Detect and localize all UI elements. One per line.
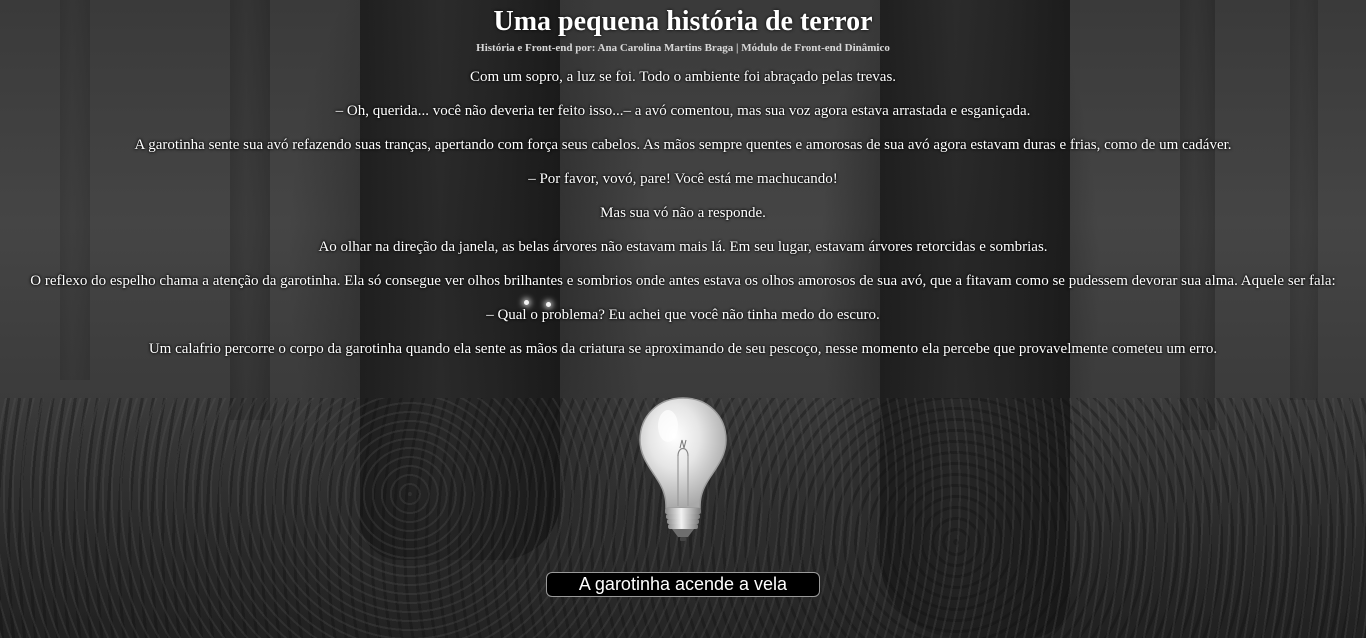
story-container: Uma pequena história de terror História … [0, 0, 1366, 358]
story-paragraph: Mas sua vó não a responde. [600, 205, 766, 221]
story-paragraph: Com um sopro, a luz se foi. Todo o ambie… [469, 69, 897, 85]
story-paragraph: – Oh, querida... você não deveria ter fe… [335, 103, 1031, 119]
story-paragraph: Ao olhar na direção da janela, as belas … [318, 239, 1048, 255]
story-paragraph: – Por favor, vovó, pare! Você está me ma… [528, 171, 838, 187]
story-paragraph: – Qual o problema? Eu achei que você não… [486, 307, 880, 323]
credits: História e Front-end por: Ana Carolina M… [476, 42, 890, 54]
page-title: Uma pequena história de terror [493, 6, 873, 37]
story-paragraph: O reflexo do espelho chama a atenção da … [30, 273, 1336, 289]
story-text: Com um sopro, a luz se foi. Todo o ambie… [0, 68, 1366, 358]
light-candle-button[interactable]: A garotinha acende a vela [546, 572, 820, 597]
story-paragraph: Um calafrio percorre o corpo da garotinh… [148, 341, 1218, 357]
story-paragraph: A garotinha sente sua avó refazendo suas… [134, 137, 1232, 153]
light-bulb-icon [638, 396, 728, 542]
